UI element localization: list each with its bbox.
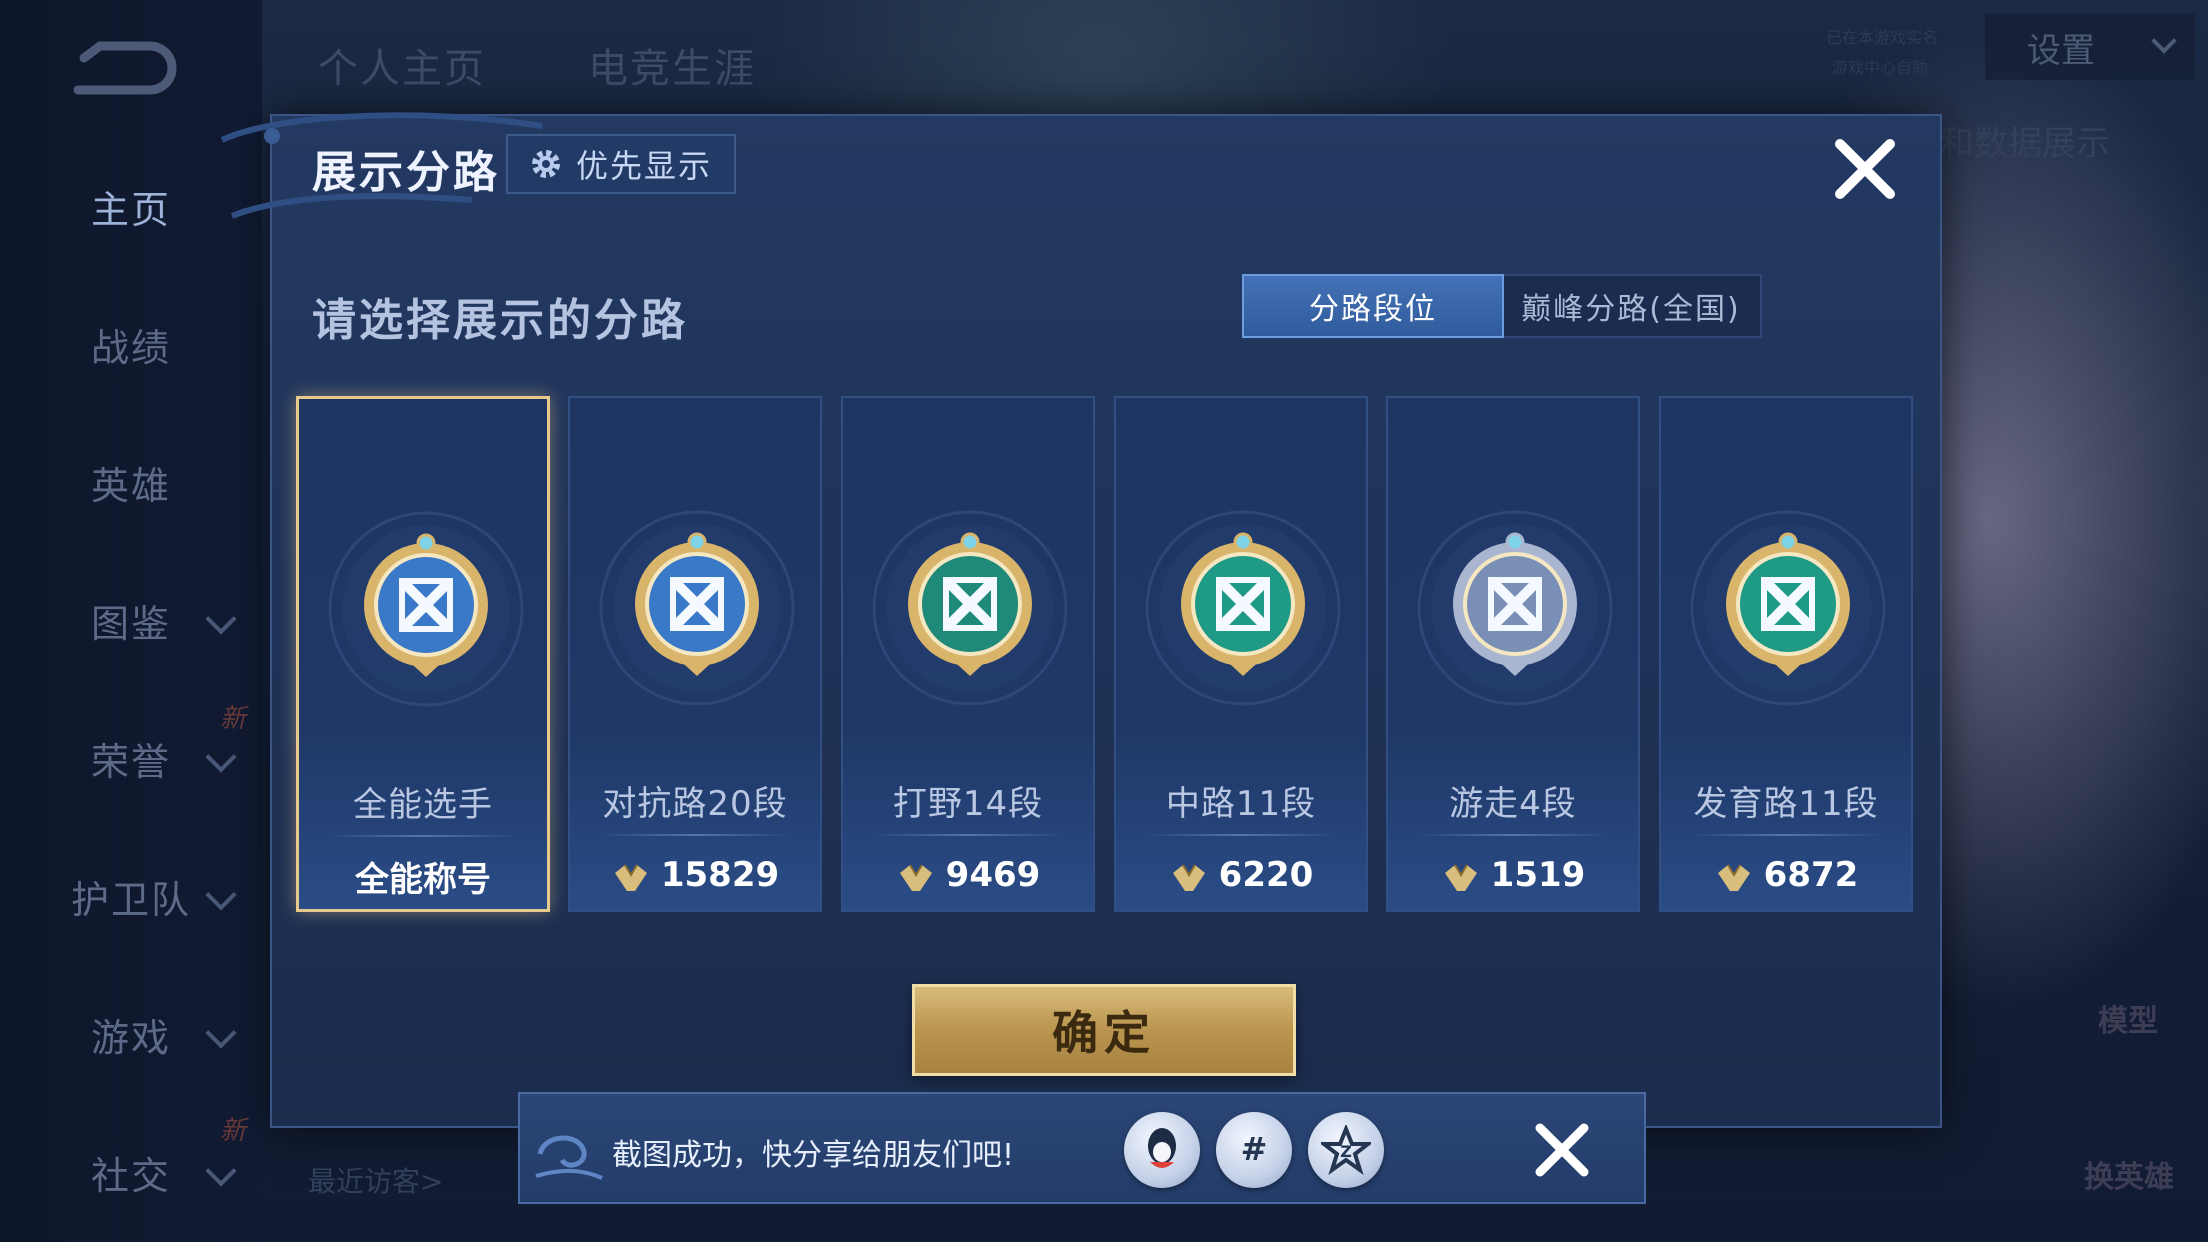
toast-message: 截图成功，快分享给朋友们吧! [612, 1138, 1015, 1173]
lane-score: 全能称号 [299, 851, 547, 901]
sidebar-item-label: 英雄 [90, 463, 171, 508]
svg-text:Z: Z [1340, 1142, 1352, 1161]
farm-lane-medal-icon [1690, 510, 1886, 706]
chevron-down-icon [205, 1017, 237, 1049]
lane-score: 1519 [1388, 850, 1638, 900]
sidebar-item-label: 游戏 [90, 1015, 171, 1060]
lane-mode-segmented-control: 分路段位 巅峰分路(全国) [1242, 274, 1762, 338]
lane-card[interactable]: 游走4段 1519 [1386, 396, 1640, 912]
priority-display-button[interactable]: 优先显示 [506, 134, 736, 194]
tab-lane-rank[interactable]: 分路段位 [1242, 274, 1504, 338]
dialog-title: 展示分路 [312, 147, 500, 198]
cloud-swirl-icon [535, 1135, 603, 1180]
sidebar-item-label: 荣誉 [90, 739, 171, 784]
card-divider [327, 835, 519, 837]
peak-score-icon [614, 864, 647, 891]
sidebar-item-3[interactable]: 图鉴 [0, 580, 262, 660]
game-center-hint: 游戏中心自助 [1832, 58, 1929, 77]
clash-lane-medal-icon [599, 510, 795, 706]
lane-card[interactable]: 打野14段 9469 [841, 396, 1095, 912]
tab-esports-career[interactable]: 电竞生涯 [588, 36, 756, 94]
qzone-icon[interactable]: Z [1308, 1112, 1384, 1188]
confirm-button[interactable]: 确定 [912, 984, 1296, 1076]
settings-button[interactable]: 设置 [1985, 14, 2195, 80]
lane-score-value: 9469 [945, 855, 1041, 895]
sidebar-item-1[interactable]: 战绩 [0, 304, 262, 384]
card-divider [1416, 834, 1610, 836]
wechat-moments-icon[interactable]: # [1216, 1112, 1292, 1188]
sidebar-item-label: 图鉴 [90, 601, 171, 646]
peak-score-icon [1172, 864, 1205, 891]
roam-medal-icon [1417, 510, 1613, 706]
lane-score-value: 1519 [1490, 855, 1586, 895]
jungle-medal-icon [872, 510, 1068, 706]
sidebar-item-label: 护卫队 [70, 877, 191, 922]
tab-peak-lane-national[interactable]: 巅峰分路(全国) [1502, 276, 1760, 336]
new-badge: 新 [220, 704, 247, 734]
lane-score-value: 6220 [1218, 855, 1314, 895]
lane-card[interactable]: 全能选手 全能称号 [296, 396, 550, 912]
peak-score-icon [1717, 864, 1750, 891]
lane-score: 6872 [1661, 850, 1911, 900]
gear-icon [532, 150, 560, 178]
lane-card[interactable]: 发育路11段 6872 [1659, 396, 1913, 912]
data-display-label: 和数据展示 [1940, 124, 2110, 164]
lane-rank-label: 发育路11段 [1693, 784, 1879, 824]
svg-text:#: # [1241, 1130, 1268, 1168]
lane-score-value: 15829 [660, 855, 780, 895]
sidebar-item-6[interactable]: 游戏 [0, 994, 262, 1074]
select-lane-heading: 请选择展示的分路 [312, 295, 688, 346]
close-icon[interactable] [1830, 134, 1900, 204]
peak-score-icon [1444, 864, 1477, 891]
card-divider [1689, 834, 1883, 836]
tab-personal-home[interactable]: 个人主页 [318, 36, 486, 94]
lane-rank-label: 中路11段 [1165, 784, 1317, 824]
chevron-down-icon [205, 879, 237, 911]
screenshot-share-toast: 截图成功，快分享给朋友们吧! # Z [518, 1092, 1646, 1204]
lane-card[interactable]: 中路11段 6220 [1114, 396, 1368, 912]
switch-hero-button[interactable]: 换英雄 [2084, 1152, 2174, 1196]
realname-hint: 已在本游戏实名 [1826, 28, 1939, 47]
sidebar-item-2[interactable]: 英雄 [0, 442, 262, 522]
new-badge: 新 [220, 1116, 247, 1146]
lane-score: 15829 [570, 850, 820, 900]
all-round-medal-icon [328, 511, 524, 707]
sidebar-item-label: 主页 [90, 187, 171, 232]
sidebar-item-5[interactable]: 护卫队 [0, 856, 262, 936]
model-button[interactable]: 模型 [2098, 996, 2158, 1040]
lane-rank-label: 打野14段 [892, 784, 1044, 824]
qq-icon[interactable] [1124, 1112, 1200, 1188]
lane-score: 6220 [1116, 850, 1366, 900]
toast-close-icon[interactable] [1530, 1118, 1594, 1182]
sidebar-item-label: 社交 [90, 1153, 171, 1198]
lane-score-value: 6872 [1763, 855, 1859, 895]
lane-score-value: 全能称号 [355, 859, 491, 900]
sidebar-item-label: 战绩 [90, 325, 171, 370]
settings-label: 设置 [2027, 30, 2095, 71]
chevron-down-icon [2151, 28, 2177, 54]
lane-rank-label: 对抗路20段 [602, 784, 788, 824]
card-divider [598, 834, 792, 836]
back-arrow-icon[interactable] [70, 38, 180, 98]
mid-lane-medal-icon [1145, 510, 1341, 706]
lane-score: 9469 [843, 850, 1093, 900]
chevron-down-icon [205, 1155, 237, 1187]
recent-visitors-link[interactable]: 最近访客> [308, 1160, 443, 1200]
card-divider [1144, 834, 1338, 836]
chevron-down-icon [205, 741, 237, 773]
lane-rank-label: 全能选手 [353, 785, 493, 825]
priority-display-label: 优先显示 [576, 147, 713, 185]
peak-score-icon [899, 864, 932, 891]
lane-card[interactable]: 对抗路20段 15829 [568, 396, 822, 912]
card-divider [871, 834, 1065, 836]
lane-rank-label: 游走4段 [1449, 784, 1577, 824]
chevron-down-icon [205, 603, 237, 635]
